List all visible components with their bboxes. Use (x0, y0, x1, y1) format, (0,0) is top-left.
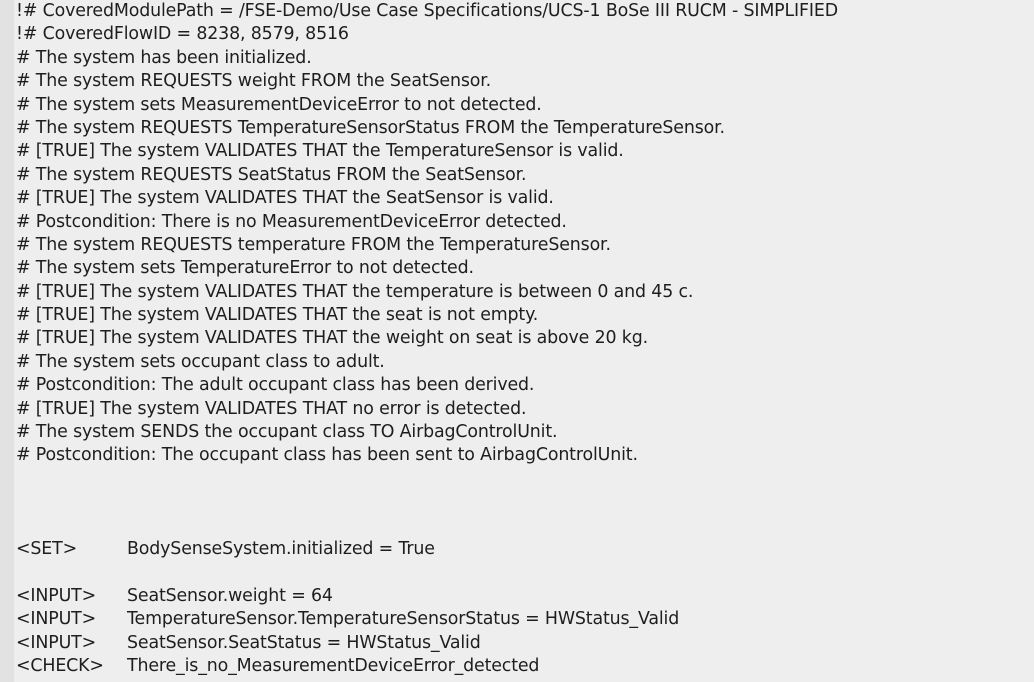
comment-line: # [TRUE] The system VALIDATES THAT the t… (16, 281, 694, 302)
set-value: BodySenseSystem.initialized = True (127, 538, 435, 559)
comment-line: # The system SENDS the occupant class TO… (16, 422, 558, 443)
header-line: !# CoveredModulePath = /FSE-Demo/Use Cas… (16, 1, 838, 21)
text-editor[interactable]: !# CoveredModulePath = /FSE-Demo/Use Cas… (16, 0, 1032, 682)
comment-line: # The system sets occupant class to adul… (16, 351, 385, 372)
check-tag: <CHECK> (16, 655, 104, 676)
comment-line: # [TRUE] The system VALIDATES THAT the S… (16, 188, 554, 209)
comment-line: # Postcondition: There is no Measurement… (16, 211, 567, 232)
comment-line: # The system REQUESTS TemperatureSensorS… (16, 117, 725, 138)
input-tag: <INPUT> (16, 609, 97, 630)
comment-line: # Postcondition: The occupant class has … (16, 445, 638, 466)
comment-line: # The system sets MeasurementDeviceError… (16, 94, 542, 115)
comment-line: # [TRUE] The system VALIDATES THAT the s… (16, 305, 539, 326)
comment-line: # The system REQUESTS SeatStatus FROM th… (16, 164, 527, 185)
editor-gutter (0, 0, 14, 682)
step-line: <INPUT> TemperatureSensor.TemperatureSen… (16, 608, 1032, 631)
comment-line: # The system has been initialized. (16, 47, 312, 68)
comment-line: # [TRUE] The system VALIDATES THAT the T… (16, 141, 624, 162)
comment-line: # The system sets TemperatureError to no… (16, 258, 474, 279)
comment-line: # The system REQUESTS weight FROM the Se… (16, 71, 492, 92)
input-tag: <INPUT> (16, 585, 97, 606)
comment-line: # The system REQUESTS temperature FROM t… (16, 234, 611, 255)
set-line: <SET> BodySenseSystem.initialized = True (16, 538, 1032, 561)
comment-line: # Postcondition: The adult occupant clas… (16, 375, 535, 396)
set-tag: <SET> (16, 538, 78, 559)
input-value: SeatSensor.weight = 64 (127, 585, 333, 606)
input-tag: <INPUT> (16, 632, 97, 653)
comment-line: # [TRUE] The system VALIDATES THAT no er… (16, 398, 527, 419)
step-line: <CHECK> There_is_no_MeasurementDeviceErr… (16, 655, 1032, 678)
input-value: SeatSensor.SeatStatus = HWStatus_Valid (127, 632, 481, 653)
input-value: TemperatureSensor.TemperatureSensorStatu… (127, 609, 680, 630)
step-line: <INPUT> SeatSensor.SeatStatus = HWStatus… (16, 632, 1032, 655)
header-line: !# CoveredFlowID = 8238, 8579, 8516 (16, 24, 349, 45)
step-line: <INPUT> SeatSensor.weight = 64 (16, 585, 1032, 608)
comment-line: # [TRUE] The system VALIDATES THAT the w… (16, 328, 648, 349)
check-value: There_is_no_MeasurementDeviceError_detec… (127, 655, 540, 676)
